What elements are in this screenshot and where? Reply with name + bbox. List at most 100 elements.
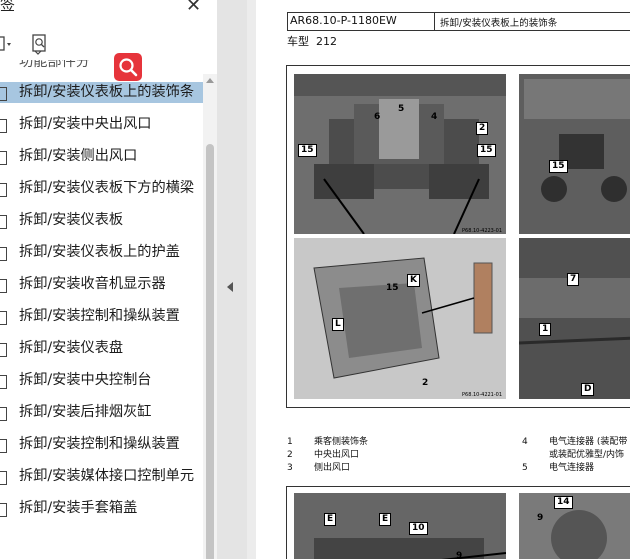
legend-row: 1 乘客侧装饰条: [287, 436, 487, 449]
callout-label: L: [332, 318, 344, 331]
legend-num: 2: [287, 450, 293, 460]
bookmark-icon: [0, 279, 7, 293]
bookmark-item[interactable]: 拆卸/安装仪表板上的护盖: [0, 242, 203, 263]
collapse-panel-icon[interactable]: [227, 282, 233, 292]
callout-label: E: [324, 513, 337, 526]
bookmark-item[interactable]: 拆卸/安装手套箱盖: [0, 498, 203, 519]
legend-left: 1 乘客侧装饰条 2 中央出风口 3 侧出风口: [287, 436, 487, 476]
partial-bookmark-label: 功能部件分: [19, 60, 90, 70]
bookmark-list: 拆卸/安装仪表板上的装饰条 拆卸/安装中央出风口 拆卸/安装侧出风口 拆卸/安装仪表板…: [0, 82, 203, 530]
bookmark-item[interactable]: 拆卸/安装仪表板上的装饰条: [0, 82, 203, 103]
bookmark-icon: [0, 375, 7, 389]
bookmark-label: 拆卸/安装侧出风口: [19, 148, 138, 164]
legend-text: 或装配优雅型/内饰: [549, 450, 625, 460]
photo-figure2-right: 14 9: [519, 493, 630, 559]
figure-1: 6 5 4 2 15 15 P68.10-4223-01 15 K 15 L 2…: [286, 65, 630, 408]
photo-figure2-left: E E 10 9: [294, 493, 506, 559]
bookmark-item[interactable]: 拆卸/安装侧出风口: [0, 146, 203, 167]
bookmark-icon: [0, 503, 7, 517]
bookmark-icon: [0, 247, 7, 261]
bookmark-label: 拆卸/安装控制和操纵装置: [19, 308, 180, 324]
callout-label: 15: [298, 144, 317, 157]
bookmark-icon: [0, 215, 7, 229]
callout-label: 15: [549, 160, 568, 173]
find-bookmark-icon[interactable]: [30, 33, 52, 55]
callout-label: 2: [422, 378, 429, 388]
bookmark-icon: [0, 311, 7, 325]
bookmark-icon: [0, 119, 7, 133]
bookmarks-panel: 签 ✕ 功能部件分 拆卸/安装仪表板上的装饰条 拆卸/安装中央出风口 拆卸/安装侧出…: [0, 0, 217, 559]
bookmark-item[interactable]: 拆卸/安装收音机显示器: [0, 274, 203, 295]
bookmark-icon: [0, 183, 7, 197]
legend-num: 3: [287, 463, 293, 473]
legend-text: 中央出风口: [314, 450, 360, 460]
callout-label: 10: [409, 522, 428, 535]
scroll-up-icon[interactable]: [206, 78, 214, 83]
callout-label: 14: [554, 496, 573, 509]
legend-right: 4 电气连接器 (装配带 或装配优雅型/内饰 5 电气连接器: [522, 436, 630, 476]
bookmark-item[interactable]: 拆卸/安装控制和操纵装置: [0, 434, 203, 455]
photo-side-vent: 15: [519, 74, 630, 234]
panel-splitter[interactable]: [217, 0, 247, 559]
scroll-thumb[interactable]: [206, 144, 214, 559]
bookmark-icon: [0, 439, 7, 453]
bookmark-item[interactable]: 拆卸/安装中央控制台: [0, 370, 203, 391]
legend-text: 电气连接器: [549, 463, 595, 473]
bookmark-item[interactable]: 拆卸/安装媒体接口控制单元: [0, 466, 203, 487]
bookmark-label: 拆卸/安装媒体接口控制单元: [19, 468, 195, 484]
bookmark-label: 拆卸/安装中央控制台: [19, 372, 152, 388]
document-code: AR68.10-P-1180EW: [290, 14, 397, 27]
figure-id: P68.10-4221-01: [462, 392, 503, 398]
callout-label: 1: [539, 323, 552, 336]
bookmark-label: 拆卸/安装仪表板上的装饰条: [19, 84, 195, 100]
bookmark-icon: [0, 343, 7, 357]
legend-num: 5: [522, 463, 528, 473]
bookmark-item[interactable]: 拆卸/安装中央出风口: [0, 114, 203, 135]
callout-label: 7: [567, 273, 580, 286]
bookmark-icon: [0, 87, 7, 101]
figure-2: E E 10 9 14 9: [286, 486, 630, 559]
figure-id: P68.10-4223-01: [462, 228, 503, 234]
partial-bookmark-item[interactable]: 功能部件分: [0, 60, 129, 76]
model-label: 车型: [287, 35, 309, 48]
photo-trim-strip: 7 1 D: [519, 238, 630, 399]
bookmark-label: 拆卸/安装仪表板上的护盖: [19, 244, 180, 260]
vehicle-model: 车型 212: [287, 33, 337, 49]
bookmark-item[interactable]: 拆卸/安装仪表板: [0, 210, 203, 231]
bookmark-label: 拆卸/安装中央出风口: [19, 116, 152, 132]
callout-label: 2: [476, 122, 489, 135]
callout-label: 6: [374, 112, 381, 122]
photo-vent-removal: K 15 L 2 P68.10-4221-01: [294, 238, 506, 399]
bookmark-label: 拆卸/安装仪表板: [19, 212, 124, 228]
callout-label: E: [379, 513, 392, 526]
bookmark-label: 拆卸/安装仪表盘: [19, 340, 124, 356]
photo-center-vents: 6 5 4 2 15 15 P68.10-4223-01: [294, 74, 506, 234]
legend-row: 3 侧出风口: [287, 462, 487, 475]
bookmark-icon: [0, 471, 7, 485]
bookmark-item[interactable]: 拆卸/安装控制和操纵装置: [0, 306, 203, 327]
callout-label: 5: [398, 104, 405, 114]
callout-label: 9: [456, 551, 463, 559]
bookmark-options-icon[interactable]: [0, 33, 16, 55]
callout-label: 15: [386, 283, 399, 293]
bookmark-label: 拆卸/安装收音机显示器: [19, 276, 166, 292]
close-panel-button[interactable]: ✕: [186, 0, 201, 16]
bookmark-label: 拆卸/安装手套箱盖: [19, 500, 138, 516]
callout-label: 4: [431, 112, 438, 122]
legend-text: 乘客侧装饰条: [314, 437, 369, 447]
legend-row: 4 电气连接器 (装配带: [522, 436, 630, 449]
bookmark-icon: [0, 151, 7, 165]
model-value: 212: [316, 35, 337, 48]
legend-row: 2 中央出风口: [287, 449, 487, 462]
bookmark-scrollbar[interactable]: [203, 74, 217, 559]
callout-label: 9: [537, 513, 544, 523]
document-title: 拆卸/安装仪表板上的装饰条: [440, 18, 558, 29]
bookmark-item[interactable]: 拆卸/安装后排烟灰缸: [0, 402, 203, 423]
callout-label: D: [581, 383, 595, 396]
legend-num: 1: [287, 437, 293, 447]
legend-row: 或装配优雅型/内饰: [522, 449, 630, 462]
legend-text: 侧出风口: [314, 463, 351, 473]
bookmark-item[interactable]: 拆卸/安装仪表盘: [0, 338, 203, 359]
document-header: AR68.10-P-1180EW 拆卸/安装仪表板上的装饰条: [287, 12, 630, 31]
bookmark-item[interactable]: 拆卸/安装仪表板下方的横梁: [0, 178, 203, 199]
